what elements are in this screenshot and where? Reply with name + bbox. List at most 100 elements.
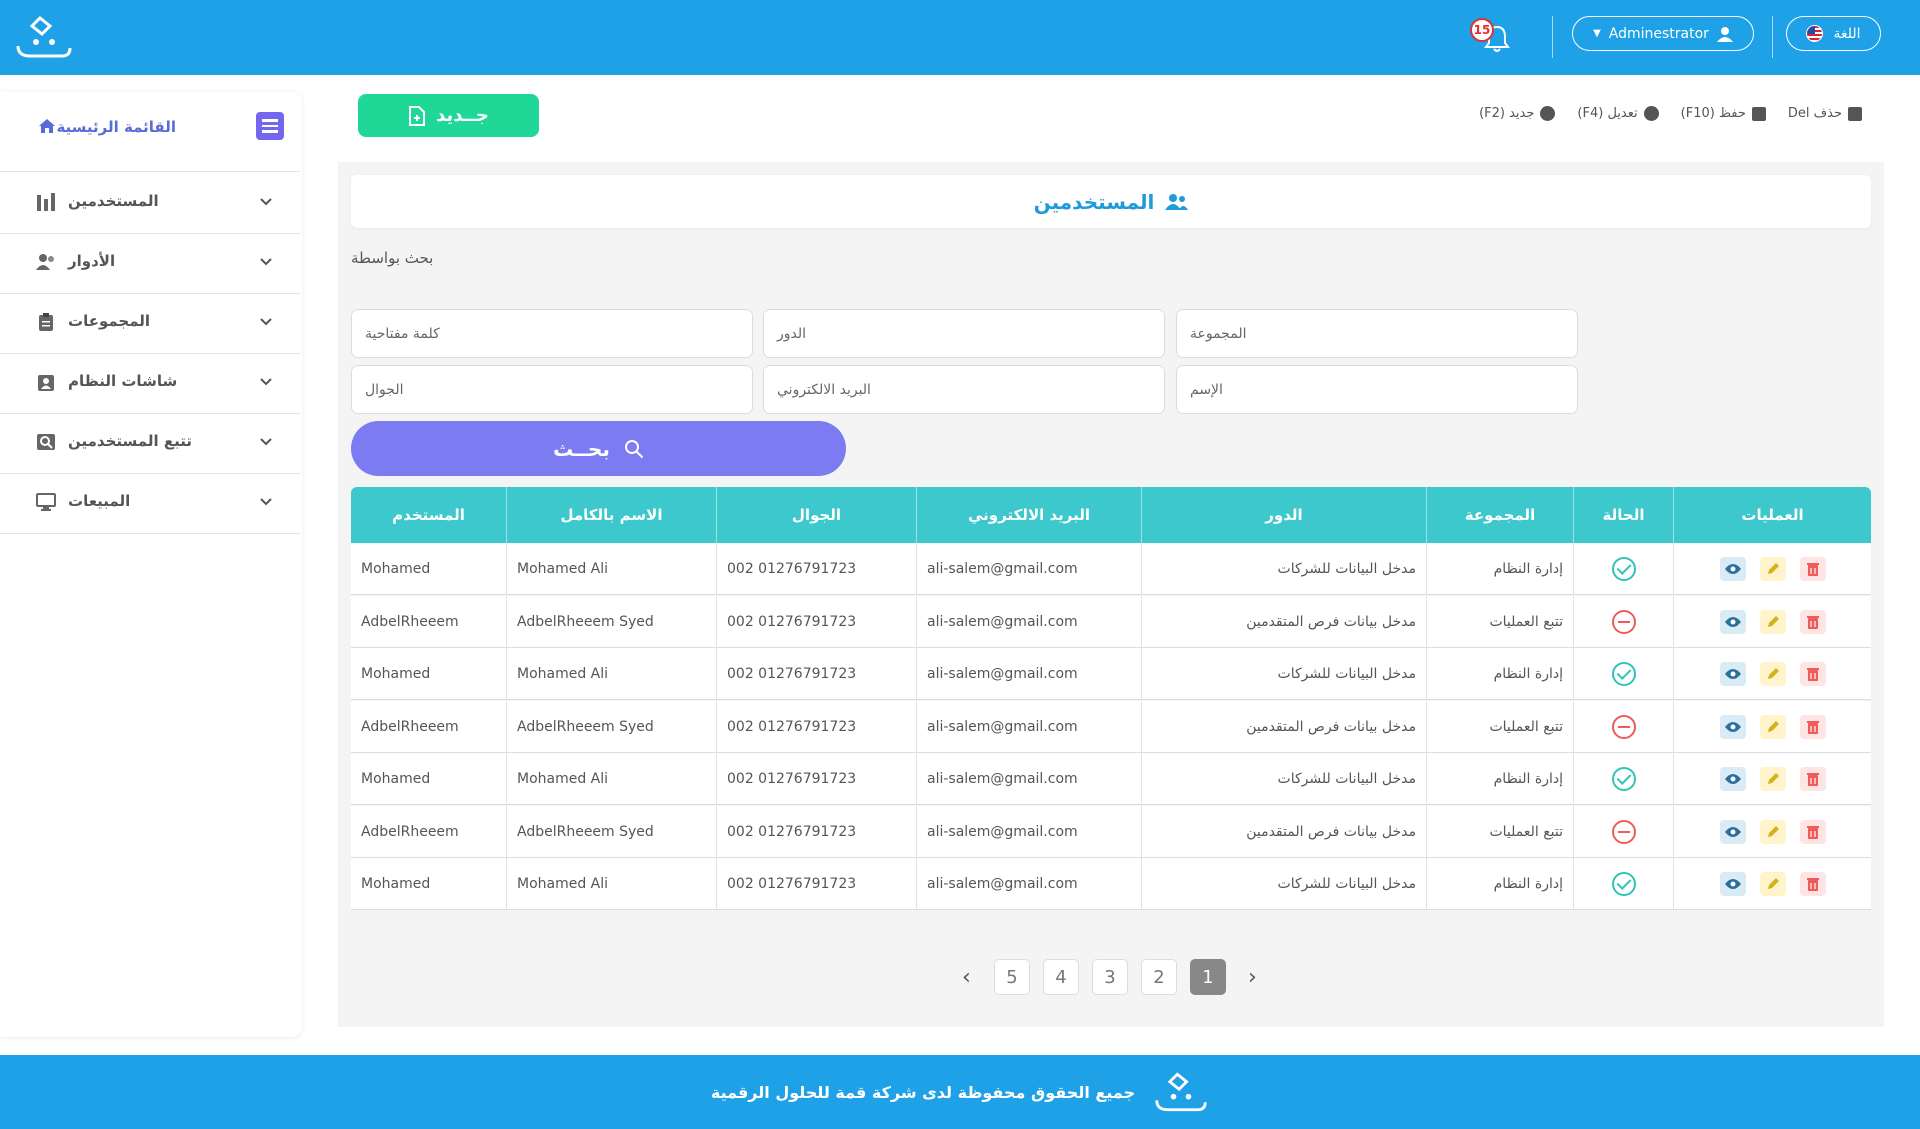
- sidebar-item-sales[interactable]: المبيعات: [0, 474, 300, 534]
- sidebar-home: القائمة الرئيسية: [0, 92, 300, 172]
- company-logo: [1155, 1072, 1207, 1112]
- chevron-down-icon: [260, 498, 272, 506]
- new-button[interactable]: جــديد: [358, 94, 539, 137]
- save-shortcut[interactable]: (F10) حفظ: [1681, 106, 1766, 121]
- view-icon[interactable]: [1719, 714, 1746, 739]
- page-4[interactable]: 4: [1043, 959, 1079, 995]
- user-menu-button[interactable]: ▼ Adminestrator: [1572, 16, 1754, 51]
- edit-icon[interactable]: [1759, 557, 1786, 581]
- home-link[interactable]: القائمة الرئيسية: [56, 118, 176, 136]
- sidebar-item-user-tracking[interactable]: تتبع المستخدمين: [0, 414, 300, 474]
- cell-email: ali-salem@gmail.com: [916, 753, 1141, 805]
- trash-icon[interactable]: [1799, 872, 1826, 896]
- sidebar-item-system-screens[interactable]: شاشات النظام: [0, 354, 300, 414]
- trash-icon[interactable]: [1799, 819, 1826, 844]
- footer: جميع الحقوق محفوظة لدى شركة قمة للحلول ا…: [0, 1055, 1920, 1129]
- cell-fullname: AdbelRheeem Syed: [506, 805, 716, 858]
- trash-icon[interactable]: [1799, 767, 1826, 791]
- cell-mobile: 002 01276791723: [716, 648, 916, 700]
- row-actions: [1719, 767, 1826, 791]
- search-button[interactable]: بحــث: [351, 421, 846, 476]
- cell-role: مدخل بيانات فرص المتقدمين: [1141, 595, 1426, 648]
- cell-operations: [1673, 700, 1871, 753]
- user-label: Adminestrator: [1608, 25, 1709, 42]
- cell-role: مدخل البيانات للشركات: [1141, 753, 1426, 805]
- page-title-card: المستخدمين: [351, 175, 1871, 228]
- minus-circle-icon: [1611, 819, 1636, 844]
- sidebar-item-label: تتبع المستخدمين: [68, 432, 192, 450]
- table-row[interactable]: AdbelRheeem AdbelRheeem Syed 002 012767917…: [351, 700, 1871, 753]
- page-5[interactable]: 5: [994, 959, 1030, 995]
- view-icon[interactable]: [1719, 609, 1746, 634]
- cell-fullname: Mohamed Ali: [506, 648, 716, 700]
- view-icon[interactable]: [1719, 872, 1746, 896]
- cell-mobile: 002 01276791723: [716, 700, 916, 753]
- page-2[interactable]: 2: [1141, 959, 1177, 995]
- toolbar: جــديد Del حذف (F10) حفظ (F4) تعديل (F2)…: [338, 77, 1884, 162]
- name-field[interactable]: الإسم: [1176, 365, 1578, 414]
- page-1-current[interactable]: 1: [1190, 959, 1226, 995]
- table-row[interactable]: Mohamed Mohamed Ali 002 01276791723 ali-sal…: [351, 543, 1871, 595]
- sidebar-item-users[interactable]: المستخدمين: [0, 174, 300, 234]
- cell-fullname: AdbelRheeem Syed: [506, 700, 716, 753]
- sidebar-item-groups[interactable]: المجموعات: [0, 294, 300, 354]
- view-icon[interactable]: [1719, 819, 1746, 844]
- cell-status: [1573, 700, 1673, 753]
- cell-group: إدارة النظام: [1426, 858, 1573, 910]
- edit-icon[interactable]: [1759, 872, 1786, 896]
- cell-role: مدخل البيانات للشركات: [1141, 648, 1426, 700]
- view-icon[interactable]: [1719, 557, 1746, 581]
- edit-shortcut[interactable]: (F4) تعديل: [1577, 106, 1659, 121]
- search-icon: [624, 439, 644, 458]
- language-button[interactable]: اللغة: [1786, 16, 1881, 51]
- bar-chart-icon: [37, 193, 55, 211]
- chevron-right-icon[interactable]: ›: [1248, 965, 1257, 990]
- keyword-field[interactable]: كلمة مفتاحية: [351, 309, 753, 358]
- table-header: المستخدم الاسم بالكامل الجوال البريد الا…: [351, 487, 1871, 543]
- company-logo[interactable]: [14, 14, 74, 60]
- delete-shortcut-label: Del حذف: [1787, 106, 1842, 121]
- table-row[interactable]: Mohamed Mohamed Ali 002 01276791723 ali-sal…: [351, 858, 1871, 910]
- view-icon[interactable]: [1719, 662, 1746, 686]
- users-icon: [36, 254, 54, 270]
- copyright-text: جميع الحقوق محفوظة لدى شركة قمة للحلول ا…: [710, 1082, 1136, 1102]
- page-3[interactable]: 3: [1092, 959, 1128, 995]
- chevron-left-icon[interactable]: ‹: [962, 965, 971, 990]
- view-icon[interactable]: [1719, 767, 1746, 791]
- cell-mobile: 002 01276791723: [716, 595, 916, 648]
- mobile-field[interactable]: الجوال: [351, 365, 753, 414]
- new-shortcut[interactable]: (F2) جديد: [1479, 106, 1556, 121]
- trash-icon[interactable]: [1799, 714, 1826, 739]
- edit-icon[interactable]: [1759, 819, 1786, 844]
- check-circle-icon: [1611, 872, 1636, 896]
- delete-shortcut[interactable]: Del حذف: [1788, 106, 1862, 121]
- table-row[interactable]: Mohamed Mohamed Ali 002 01276791723 ali-sal…: [351, 753, 1871, 805]
- page-title: المستخدمين: [1033, 189, 1155, 214]
- table-row[interactable]: Mohamed Mohamed Ali 002 01276791723 ali-sal…: [351, 648, 1871, 700]
- table-row[interactable]: AdbelRheeem AdbelRheeem Syed 002 012767917…: [351, 805, 1871, 858]
- edit-icon[interactable]: [1759, 714, 1786, 739]
- group-field[interactable]: المجموعة: [1176, 309, 1578, 358]
- trash-icon[interactable]: [1799, 609, 1826, 634]
- trash-icon[interactable]: [1799, 557, 1826, 581]
- cell-operations: [1673, 648, 1871, 700]
- cell-email: ali-salem@gmail.com: [916, 595, 1141, 648]
- edit-icon: [1643, 106, 1659, 121]
- edit-icon[interactable]: [1759, 662, 1786, 686]
- user-icon: [1716, 26, 1733, 42]
- menu-toggle-icon[interactable]: [256, 112, 284, 140]
- sidebar-item-roles[interactable]: الأدوار: [0, 234, 300, 294]
- row-actions: [1719, 662, 1826, 686]
- role-field[interactable]: الدور: [763, 309, 1165, 358]
- cell-email: ali-salem@gmail.com: [916, 648, 1141, 700]
- col-email: البريد الالكتروني: [916, 487, 1141, 543]
- cell-status: [1573, 543, 1673, 595]
- email-field[interactable]: البريد الالكتروني: [763, 365, 1165, 414]
- users-icon: [1165, 193, 1189, 210]
- edit-icon[interactable]: [1759, 767, 1786, 791]
- trash-icon[interactable]: [1799, 662, 1826, 686]
- minus-circle-icon: [1611, 609, 1636, 634]
- edit-icon[interactable]: [1759, 609, 1786, 634]
- table-row[interactable]: AdbelRheeem AdbelRheeem Syed 002 012767917…: [351, 595, 1871, 648]
- edit-shortcut-label: (F4) تعديل: [1577, 106, 1638, 121]
